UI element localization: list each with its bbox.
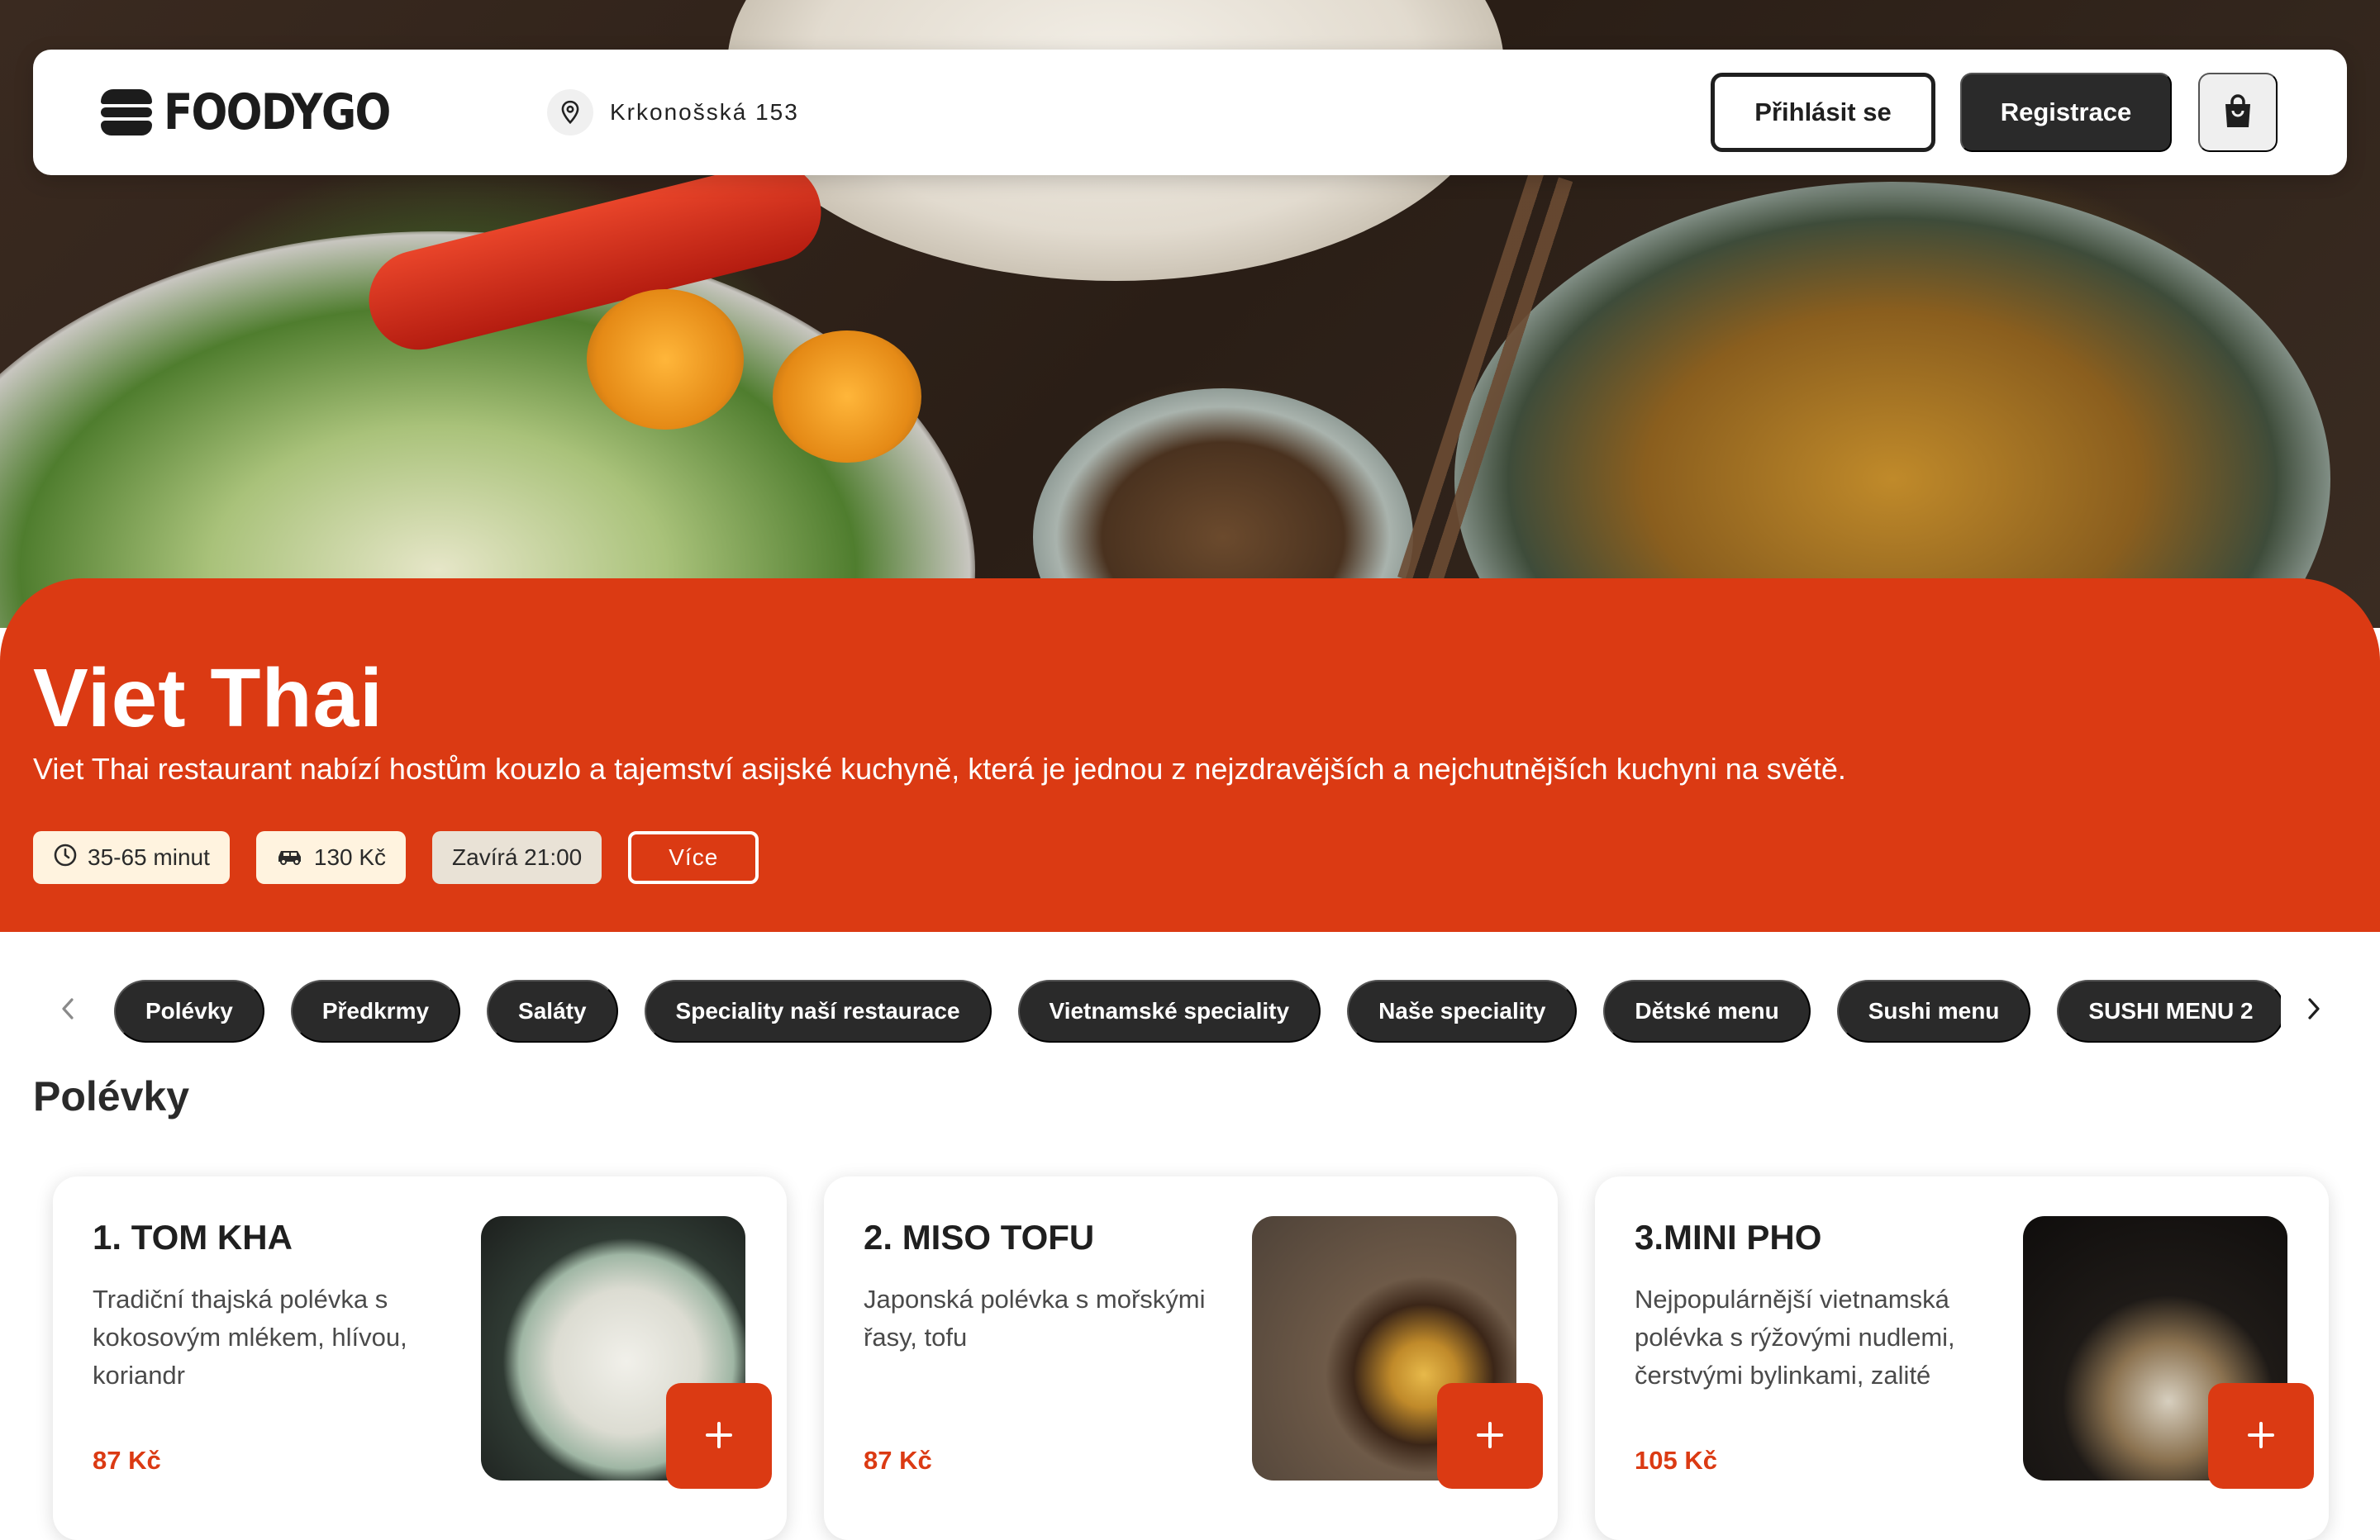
product-description: Tradiční thajská polévka s kokosovým mlé… xyxy=(93,1285,407,1390)
category-tab-salaty[interactable]: Saláty xyxy=(487,980,618,1043)
category-tab-speciality-nasi-restaurace[interactable]: Speciality naší restaurace xyxy=(644,980,992,1043)
delivery-address[interactable]: Krkonošská 153 xyxy=(547,88,799,137)
add-to-cart-button[interactable] xyxy=(666,1383,772,1489)
delivery-time-text: 35-65 minut xyxy=(88,844,210,870)
shopping-bag-icon xyxy=(2222,93,2254,131)
category-nav: Polévky Předkrmy Saláty Speciality naší … xyxy=(0,975,2380,1044)
product-card[interactable]: 2. MISO TOFU Japonská polévka s mořskými… xyxy=(824,1176,1558,1540)
chevron-left-icon xyxy=(60,996,76,1024)
address-text: Krkonošská 153 xyxy=(610,99,799,125)
plus-icon xyxy=(2244,1419,2278,1454)
cart-button[interactable] xyxy=(2198,73,2278,152)
category-tab-sushi-menu-2[interactable]: SUSHI MENU 2 xyxy=(2057,980,2281,1043)
clock-icon xyxy=(53,843,78,873)
product-card[interactable]: 1. TOM KHA Tradiční thajská polévka s ko… xyxy=(53,1176,787,1540)
restaurant-info-chips: 35-65 minut 130 Kč Zavírá 21:00 Více xyxy=(33,831,759,884)
plus-icon xyxy=(1473,1419,1507,1454)
product-card[interactable]: 3.MINI PHO Nejpopulárnější vietnamská po… xyxy=(1595,1176,2329,1540)
delivery-fee-text: 130 Kč xyxy=(313,844,387,870)
restaurant-description: Viet Thai restaurant nabízí hostům kouzl… xyxy=(33,752,1846,786)
product-name: 3.MINI PHO xyxy=(1635,1218,1822,1257)
product-price: 87 Kč xyxy=(864,1446,932,1475)
category-tab-polevky[interactable]: Polévky xyxy=(114,980,264,1043)
product-name: 1. TOM KHA xyxy=(93,1218,293,1257)
product-description: Japonská polévka s mořskými řasy, tofu xyxy=(864,1285,1206,1352)
product-description: Nejpopulárnější vietnamská polévka s rýž… xyxy=(1635,1285,1955,1390)
logo-text: FOODYGO xyxy=(164,83,391,141)
car-icon xyxy=(276,844,304,871)
section-title: Polévky xyxy=(33,1073,190,1119)
category-tab-vietnamske-speciality[interactable]: Vietnamské speciality xyxy=(1017,980,1321,1043)
location-pin-icon xyxy=(547,89,593,135)
top-header: FOODYGO Krkonošská 153 Přihlásit se Regi… xyxy=(33,50,2347,175)
burger-logo-icon xyxy=(101,89,152,135)
closing-time-chip: Zavírá 21:00 xyxy=(432,831,602,884)
scroll-left-button[interactable] xyxy=(50,990,86,1029)
product-price: 105 Kč xyxy=(1635,1446,1717,1475)
add-to-cart-button[interactable] xyxy=(2208,1383,2314,1489)
plus-icon xyxy=(702,1419,735,1454)
fish-plate xyxy=(1454,182,2330,628)
login-button[interactable]: Přihlásit se xyxy=(1711,73,1935,152)
closing-time-text: Zavírá 21:00 xyxy=(452,844,583,870)
restaurant-banner: Viet Thai Viet Thai restaurant nabízí ho… xyxy=(0,578,2380,932)
product-name: 2. MISO TOFU xyxy=(864,1218,1095,1257)
category-tab-nase-speciality[interactable]: Naše speciality xyxy=(1347,980,1578,1043)
lime-half xyxy=(773,330,921,463)
scroll-right-button[interactable] xyxy=(2296,990,2332,1029)
product-price: 87 Kč xyxy=(93,1446,161,1475)
category-list: Polévky Předkrmy Saláty Speciality naší … xyxy=(114,980,2281,1043)
register-button[interactable]: Registrace xyxy=(1960,73,2172,152)
add-to-cart-button[interactable] xyxy=(1437,1383,1543,1489)
delivery-fee-chip: 130 Kč xyxy=(255,831,407,884)
category-tab-sushi-menu[interactable]: Sushi menu xyxy=(1836,980,2031,1043)
category-tab-predkrmy[interactable]: Předkrmy xyxy=(290,980,461,1043)
restaurant-name: Viet Thai xyxy=(33,652,383,744)
chevron-right-icon xyxy=(2306,996,2322,1024)
delivery-time-chip: 35-65 minut xyxy=(33,831,230,884)
lime-half xyxy=(587,289,744,430)
category-tab-detske-menu[interactable]: Dětské menu xyxy=(1603,980,1811,1043)
logo[interactable]: FOODYGO xyxy=(101,83,426,141)
more-info-button[interactable]: Více xyxy=(628,831,759,884)
